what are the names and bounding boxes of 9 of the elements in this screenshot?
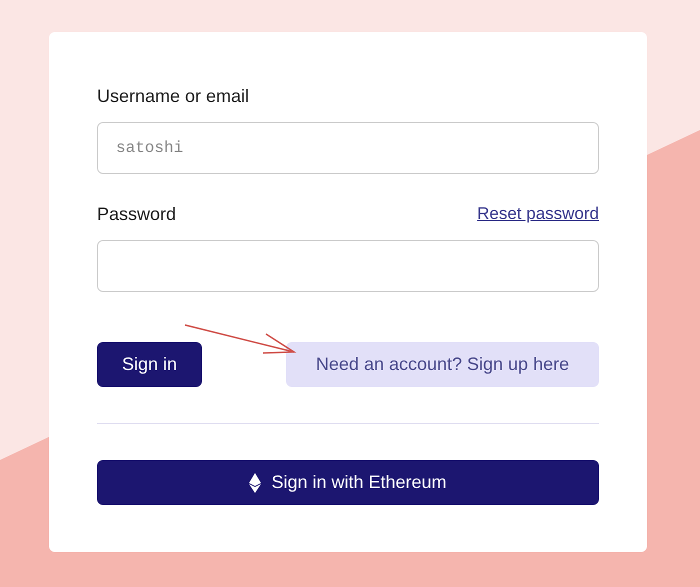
password-field[interactable]	[97, 240, 599, 292]
ethereum-icon	[249, 472, 262, 492]
ethereum-sign-in-button[interactable]: Sign in with Ethereum	[97, 460, 599, 505]
reset-password-link[interactable]: Reset password	[477, 202, 599, 226]
username-field[interactable]: satoshi	[97, 122, 599, 174]
sign-in-button[interactable]: Sign in	[97, 342, 202, 387]
field-label: Username or email	[97, 85, 250, 108]
sign-up-button[interactable]: Need an account? Sign up here	[286, 342, 599, 387]
field-label: Password	[97, 203, 176, 226]
